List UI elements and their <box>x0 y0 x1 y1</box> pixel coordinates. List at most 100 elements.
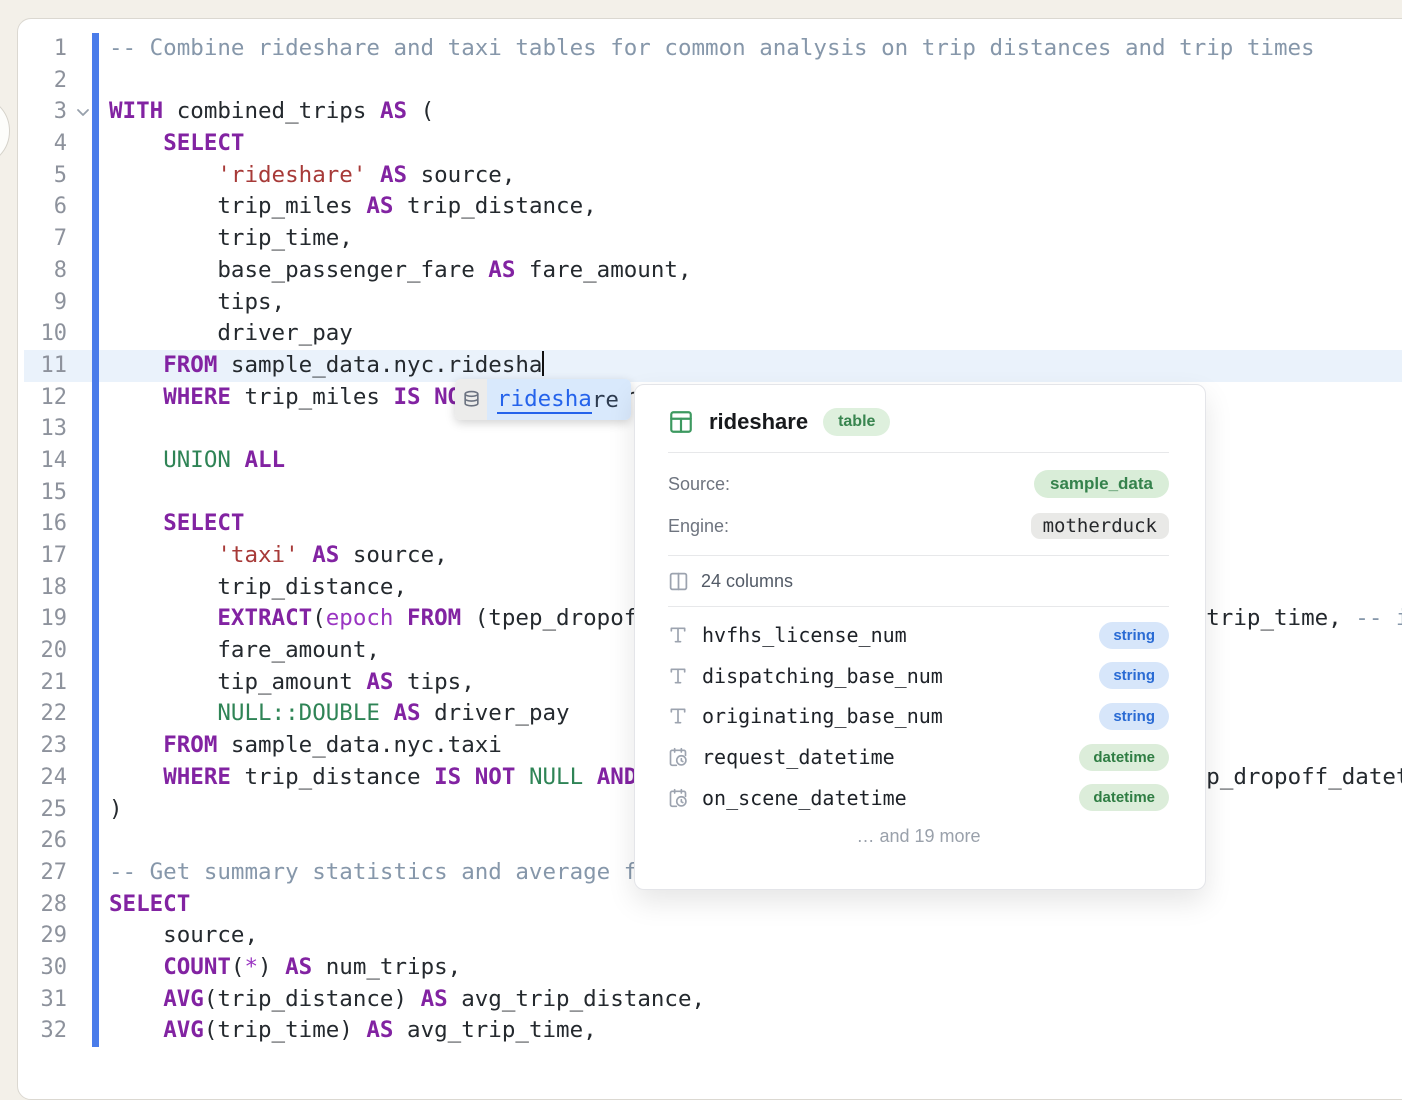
code-line[interactable]: 30 COUNT(*) AS num_trips, <box>18 952 1402 984</box>
gutter-indicator-bar <box>92 794 99 826</box>
column-name: on_scene_datetime <box>702 786 1065 810</box>
gutter-indicator-bar <box>92 635 99 667</box>
code-line[interactable]: 32 AVG(trip_time) AS avg_trip_time, <box>18 1015 1402 1047</box>
line-number: 18 <box>18 572 75 604</box>
code-text: NULL::DOUBLE AS driver_pay <box>99 698 570 730</box>
code-text: UNION ALL <box>99 445 285 477</box>
line-number: 10 <box>18 318 75 350</box>
gutter-indicator-bar <box>92 572 99 604</box>
fold-gutter <box>75 603 92 635</box>
code-line[interactable]: 5 'rideshare' AS source, <box>18 160 1402 192</box>
calendar-clock-icon <box>668 747 688 767</box>
fold-gutter <box>75 445 92 477</box>
gutter-indicator-bar <box>92 857 99 889</box>
fold-gutter <box>75 984 92 1016</box>
gutter-indicator-bar <box>92 191 99 223</box>
code-line[interactable]: 10 driver_pay <box>18 318 1402 350</box>
column-name: originating_base_num <box>702 704 1085 728</box>
autocomplete-dropdown[interactable]: rideshare <box>455 379 631 420</box>
fold-gutter <box>75 128 92 160</box>
line-number: 24 <box>18 762 75 794</box>
column-name: hvfhs_license_num <box>702 623 1085 647</box>
line-number: 5 <box>18 160 75 192</box>
code-line[interactable]: 2 <box>18 65 1402 97</box>
popup-header: rideshare table <box>668 407 1169 437</box>
gutter-indicator-bar <box>92 223 99 255</box>
fold-gutter <box>75 762 92 794</box>
fold-gutter <box>75 287 92 319</box>
line-number: 20 <box>18 635 75 667</box>
code-text: SELECT <box>99 889 190 921</box>
column-type-badge: datetime <box>1079 784 1169 811</box>
code-text: FROM sample_data.nyc.ridesha <box>99 350 544 382</box>
code-text <box>99 825 109 857</box>
database-icon <box>455 379 487 420</box>
line-number: 8 <box>18 255 75 287</box>
line-number: 31 <box>18 984 75 1016</box>
code-line[interactable]: 7 trip_time, <box>18 223 1402 255</box>
code-text: COUNT(*) AS num_trips, <box>99 952 461 984</box>
autocomplete-item-rideshare[interactable]: rideshare <box>487 379 631 420</box>
gutter-indicator-bar <box>92 1015 99 1047</box>
gutter-indicator-bar <box>92 825 99 857</box>
code-line[interactable]: 4 SELECT <box>18 128 1402 160</box>
line-number: 9 <box>18 287 75 319</box>
gutter-indicator-bar <box>92 160 99 192</box>
code-line[interactable]: 28 SELECT <box>18 889 1402 921</box>
gutter-indicator-bar <box>92 540 99 572</box>
line-number: 15 <box>18 477 75 509</box>
line-number: 25 <box>18 794 75 826</box>
gutter-indicator-bar <box>92 603 99 635</box>
line-number: 6 <box>18 191 75 223</box>
gutter-indicator-bar <box>92 382 99 414</box>
fold-chevron-down-icon[interactable] <box>75 96 92 128</box>
floating-handle[interactable] <box>0 95 10 167</box>
gutter-indicator-bar <box>92 762 99 794</box>
line-number: 28 <box>18 889 75 921</box>
code-text: AVG(trip_time) AS avg_trip_time, <box>99 1015 597 1047</box>
code-text: 'rideshare' AS source, <box>99 160 515 192</box>
fold-gutter <box>75 794 92 826</box>
code-text <box>99 65 109 97</box>
column-name: dispatching_base_num <box>702 664 1085 688</box>
gutter-indicator-bar <box>92 287 99 319</box>
code-text: tip_amount AS tips, <box>99 667 475 699</box>
code-line[interactable]: 6 trip_miles AS trip_distance, <box>18 191 1402 223</box>
line-number: 26 <box>18 825 75 857</box>
code-text: ) <box>99 794 123 826</box>
line-number: 29 <box>18 920 75 952</box>
code-line[interactable]: 9 tips, <box>18 287 1402 319</box>
code-line[interactable]: 8 base_passenger_fare AS fare_amount, <box>18 255 1402 287</box>
text-cursor <box>542 351 544 376</box>
gutter-indicator-bar <box>92 698 99 730</box>
column-list: hvfhs_license_numstringdispatching_base_… <box>668 615 1169 818</box>
gutter-indicator-bar <box>92 318 99 350</box>
fold-gutter <box>75 572 92 604</box>
gutter-indicator-bar <box>92 952 99 984</box>
line-number: 21 <box>18 667 75 699</box>
column-type-badge: string <box>1099 662 1169 689</box>
table-info-popup: rideshare table Source: sample_data Engi… <box>634 384 1206 890</box>
fold-gutter <box>75 508 92 540</box>
gutter-indicator-bar <box>92 96 99 128</box>
code-line[interactable]: 1-- Combine rideshare and taxi tables fo… <box>18 33 1402 65</box>
code-line[interactable]: 31 AVG(trip_distance) AS avg_trip_distan… <box>18 984 1402 1016</box>
code-line[interactable]: 11 FROM sample_data.nyc.ridesha <box>18 350 1402 382</box>
fold-gutter <box>75 635 92 667</box>
line-number: 22 <box>18 698 75 730</box>
line-number: 19 <box>18 603 75 635</box>
gutter-indicator-bar <box>92 413 99 445</box>
gutter-indicator-bar <box>92 920 99 952</box>
code-text: fare_amount, <box>99 635 380 667</box>
columns-count-row: 24 columns <box>668 568 1169 594</box>
fold-gutter <box>75 33 92 65</box>
fold-gutter <box>75 160 92 192</box>
code-line[interactable]: 3WITH combined_trips AS ( <box>18 96 1402 128</box>
column-row: dispatching_base_num string <box>668 656 1169 697</box>
code-line[interactable]: 29 source, <box>18 920 1402 952</box>
line-number: 13 <box>18 413 75 445</box>
autocomplete-rest-text: re <box>592 387 619 413</box>
fold-gutter <box>75 350 92 382</box>
gutter-indicator-bar <box>92 33 99 65</box>
fold-gutter <box>75 477 92 509</box>
